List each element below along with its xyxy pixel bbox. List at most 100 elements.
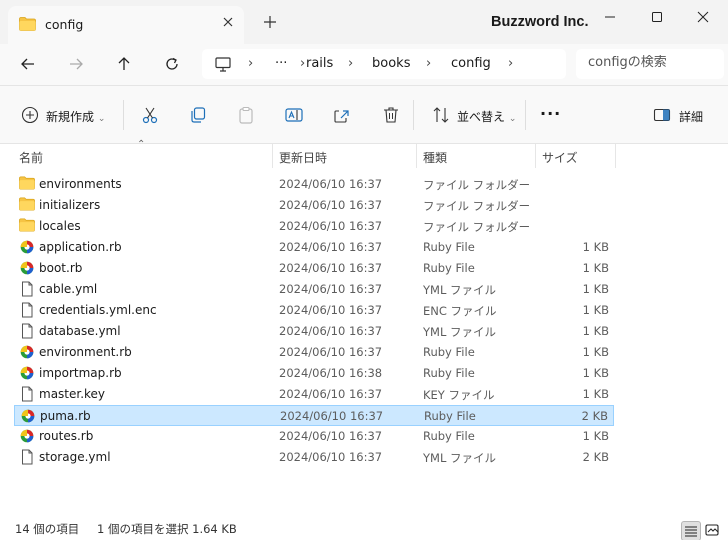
- delete-trash-icon[interactable]: [382, 106, 400, 124]
- minimize-icon[interactable]: [601, 8, 619, 26]
- breadcrumb-item-books[interactable]: books: [372, 56, 410, 71]
- file-date: 2024/06/10 16:37: [279, 303, 383, 317]
- breadcrumb-overflow[interactable]: ···: [275, 56, 287, 71]
- chevron-right-icon[interactable]: ›: [248, 56, 253, 71]
- file-row[interactable]: routes.rb 2024/06/10 16:37 Ruby File 1 KB: [14, 426, 614, 447]
- file-type: Ruby File: [424, 409, 476, 423]
- more-options-button[interactable]: ···: [540, 104, 561, 123]
- file-type: KEY ファイル: [423, 388, 495, 402]
- file-row[interactable]: importmap.rb 2024/06/10 16:38 Ruby File 1 K…: [14, 363, 614, 384]
- this-pc-icon[interactable]: [215, 57, 231, 72]
- file-row[interactable]: storage.yml 2024/06/10 16:37 YML ファイル 2 KB: [14, 447, 614, 468]
- search-box[interactable]: [576, 49, 724, 79]
- thumbnail-view-icon[interactable]: [703, 521, 723, 540]
- title-bar: config Buzzword Inc.: [0, 0, 728, 44]
- file-size: 1 KB: [582, 282, 609, 296]
- file-name: importmap.rb: [39, 366, 122, 380]
- up-arrow-icon[interactable]: [116, 56, 132, 72]
- back-arrow-icon[interactable]: [20, 56, 36, 72]
- folder-icon: [19, 176, 35, 192]
- share-icon[interactable]: [333, 106, 351, 124]
- file-name: storage.yml: [39, 450, 111, 464]
- file-name: environments: [39, 177, 122, 191]
- file-row[interactable]: application.rb 2024/06/10 16:37 Ruby File 1…: [14, 237, 614, 258]
- chevron-right-icon[interactable]: ›: [348, 56, 353, 71]
- column-header-date[interactable]: 更新日時: [279, 149, 327, 166]
- file-date: 2024/06/10 16:37: [279, 198, 383, 212]
- maximize-icon[interactable]: [648, 8, 666, 26]
- file-size: 1 KB: [582, 345, 609, 359]
- new-button-label: 新規作成: [46, 110, 95, 124]
- selection-info: 1 個の項目を選択 1.64 KB: [97, 522, 237, 536]
- details-pane-icon[interactable]: [653, 106, 671, 124]
- file-row[interactable]: cable.yml 2024/06/10 16:37 YML ファイル 1 KB: [14, 279, 614, 300]
- column-header-name[interactable]: 名前: [19, 149, 43, 166]
- forward-arrow-icon[interactable]: [68, 56, 84, 72]
- cut-scissors-icon[interactable]: [141, 106, 159, 124]
- folder-row[interactable]: environments 2024/06/10 16:37 ファイル フォルダー: [14, 174, 614, 195]
- divider: [123, 100, 124, 130]
- file-row[interactable]: environment.rb 2024/06/10 16:37 Ruby File 1…: [14, 342, 614, 363]
- ruby-file-icon: [19, 239, 35, 255]
- file-type: Ruby File: [423, 345, 475, 359]
- folder-icon: [19, 197, 35, 213]
- window-close-icon[interactable]: [694, 8, 712, 26]
- file-type: YML ファイル: [423, 451, 497, 465]
- new-plus-icon[interactable]: [21, 106, 39, 124]
- brand-name: Buzzword Inc.: [491, 14, 589, 30]
- breadcrumb-item-config[interactable]: config: [451, 56, 491, 71]
- folder-row[interactable]: initializers 2024/06/10 16:37 ファイル フォルダー: [14, 195, 614, 216]
- ruby-file-icon: [19, 260, 35, 276]
- file-type: Ruby File: [423, 366, 475, 380]
- file-date: 2024/06/10 16:37: [279, 240, 383, 254]
- breadcrumb-item-rails[interactable]: rails: [306, 56, 333, 71]
- navigation-bar: › ··· › rails › books › config ›: [0, 44, 728, 86]
- column-header-size[interactable]: サイズ: [542, 149, 578, 166]
- file-list: ⌃ 名前 更新日時 種類 サイズ environments 2024/06/10 …: [0, 139, 728, 514]
- file-name: environment.rb: [39, 345, 132, 359]
- new-tab-icon[interactable]: [263, 15, 277, 29]
- chevron-right-icon[interactable]: ›: [300, 56, 305, 71]
- column-divider[interactable]: [272, 144, 273, 168]
- column-divider[interactable]: [615, 144, 616, 168]
- file-row[interactable]: boot.rb 2024/06/10 16:37 Ruby File 1 KB: [14, 258, 614, 279]
- file-size: 1 KB: [582, 429, 609, 443]
- sort-arrows-icon[interactable]: [432, 106, 450, 124]
- file-date: 2024/06/10 16:37: [279, 324, 383, 338]
- file-name: database.yml: [39, 324, 121, 338]
- file-date: 2024/06/10 16:37: [279, 219, 383, 233]
- details-view-icon[interactable]: [681, 521, 701, 540]
- sort-button[interactable]: 並べ替え ⌄: [457, 108, 516, 125]
- folder-row[interactable]: locales 2024/06/10 16:37 ファイル フォルダー: [14, 216, 614, 237]
- file-row[interactable]: database.yml 2024/06/10 16:37 YML ファイル 1 KB: [14, 321, 614, 342]
- chevron-right-icon[interactable]: ›: [508, 56, 513, 71]
- file-size: 2 KB: [581, 409, 608, 423]
- file-row[interactable]: master.key 2024/06/10 16:37 KEY ファイル 1 KB: [14, 384, 614, 405]
- details-button[interactable]: 詳細: [679, 108, 703, 125]
- paste-clipboard-icon: [237, 106, 255, 124]
- sort-button-label: 並べ替え: [457, 110, 506, 124]
- file-row[interactable]: puma.rb 2024/06/10 16:37 Ruby File 2 KB: [14, 405, 614, 426]
- rename-icon[interactable]: [285, 106, 303, 124]
- refresh-icon[interactable]: [164, 56, 180, 72]
- folder-icon: [19, 17, 36, 31]
- file-name: master.key: [39, 387, 106, 401]
- close-tab-icon[interactable]: [220, 14, 236, 30]
- divider: [525, 100, 526, 130]
- file-date: 2024/06/10 16:38: [279, 366, 383, 380]
- tab-config[interactable]: config: [8, 6, 244, 44]
- document-file-icon: [19, 386, 35, 402]
- chevron-right-icon[interactable]: ›: [426, 56, 431, 71]
- command-bar: 新規作成 ⌄ 並べ替え ⌄ ··· 詳細: [0, 86, 728, 144]
- file-type: Ruby File: [423, 261, 475, 275]
- address-bar[interactable]: › ··· › rails › books › config ›: [202, 49, 566, 79]
- file-row[interactable]: credentials.yml.enc 2024/06/10 16:37 ENC フ…: [14, 300, 614, 321]
- search-input[interactable]: [588, 55, 718, 70]
- column-header-type[interactable]: 種類: [423, 149, 447, 166]
- ruby-file-icon: [19, 428, 35, 444]
- file-size: 2 KB: [582, 450, 609, 464]
- new-button[interactable]: 新規作成 ⌄: [46, 108, 105, 125]
- column-divider[interactable]: [416, 144, 417, 168]
- copy-icon[interactable]: [189, 106, 207, 124]
- column-divider[interactable]: [535, 144, 536, 168]
